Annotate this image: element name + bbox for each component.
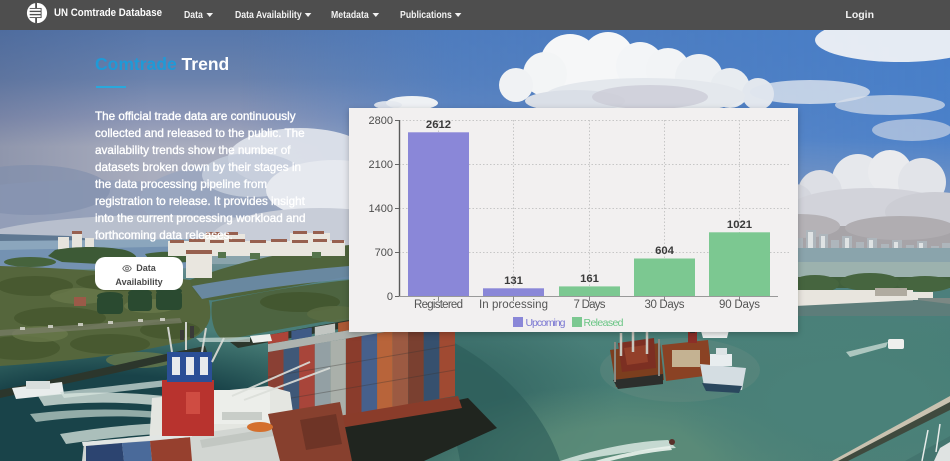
svg-text:7 Days: 7 Days (574, 299, 606, 311)
svg-text:604: 604 (655, 245, 675, 257)
svg-text:2800: 2800 (369, 115, 393, 127)
svg-text:1400: 1400 (369, 203, 393, 215)
svg-text:In processing: In processing (479, 299, 548, 311)
svg-text:Released: Released (584, 317, 624, 329)
svg-text:30 Days: 30 Days (645, 299, 685, 311)
svg-text:700: 700 (375, 247, 393, 259)
svg-text:161: 161 (580, 273, 599, 285)
svg-text:Registered: Registered (414, 299, 463, 311)
svg-text:2100: 2100 (369, 159, 393, 171)
svg-text:90 Days: 90 Days (719, 299, 760, 311)
svg-text:1021: 1021 (727, 219, 752, 231)
svg-text:0: 0 (387, 291, 393, 303)
svg-text:2612: 2612 (426, 119, 451, 131)
svg-text:Upcoming: Upcoming (526, 317, 566, 329)
svg-text:131: 131 (504, 275, 523, 287)
